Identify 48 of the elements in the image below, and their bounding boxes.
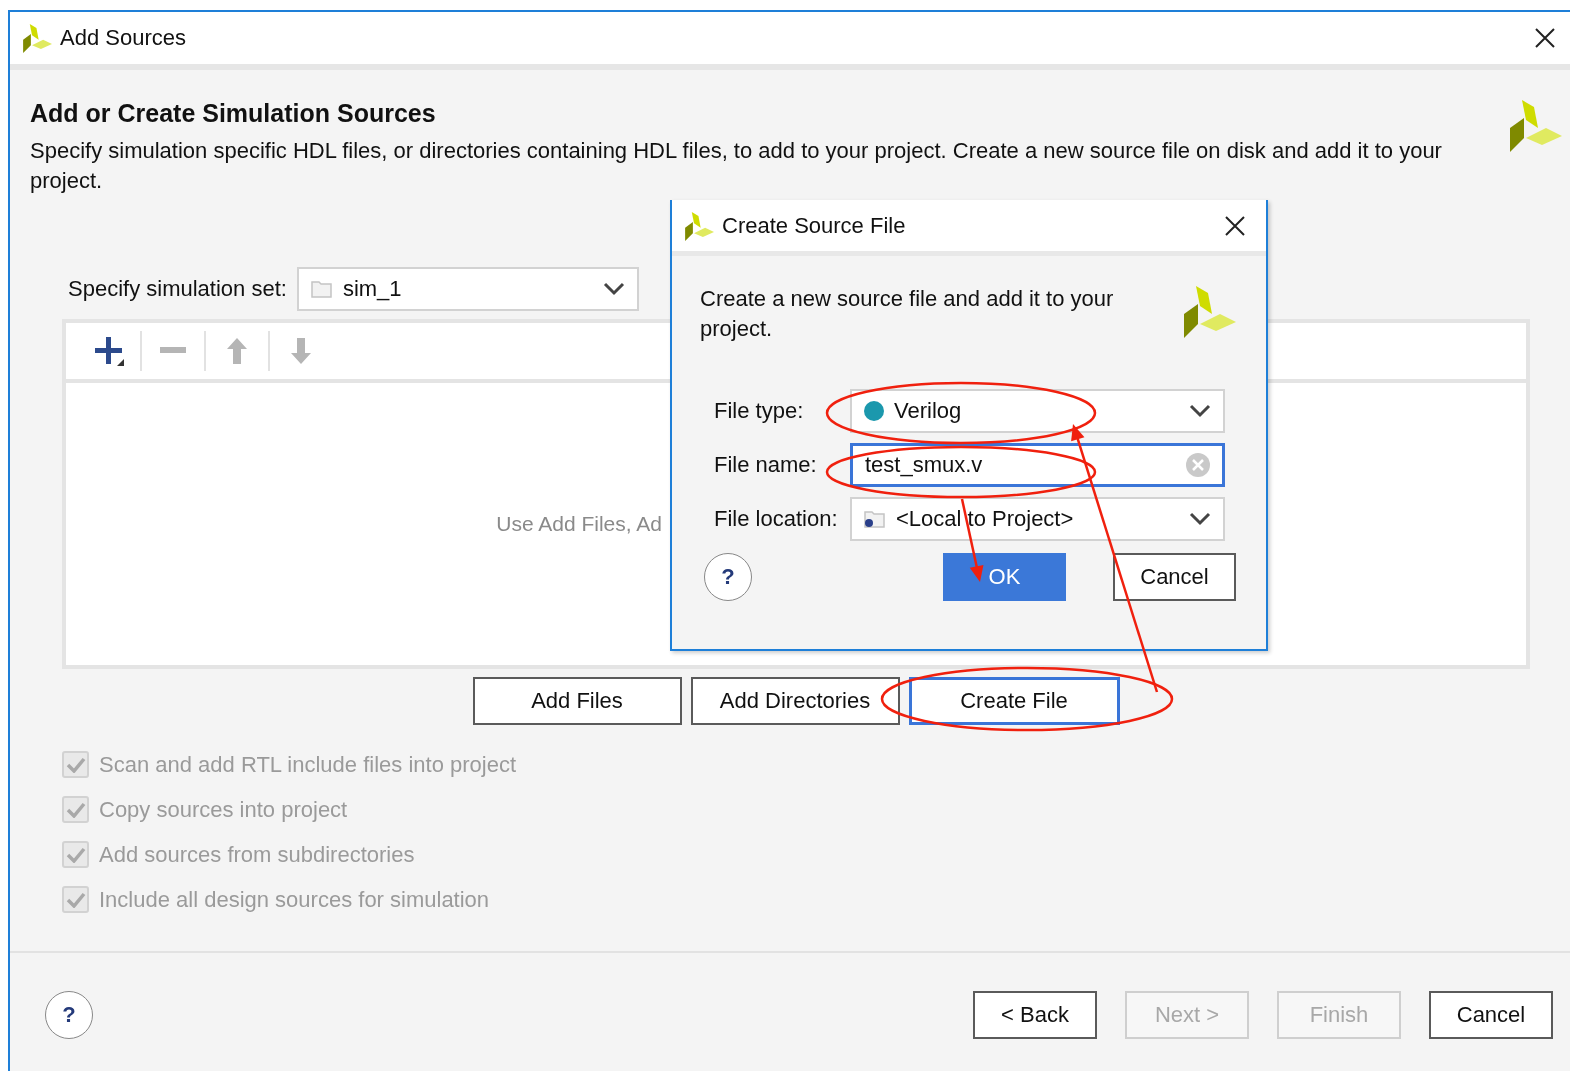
- dialog-button[interactable]: OK: [943, 553, 1066, 601]
- folder-icon: [864, 509, 886, 528]
- check-icon: [65, 756, 86, 773]
- checkbox-label: Include all design sources for simulation: [99, 886, 490, 913]
- dialog-description: Create a new source file and add it to your project.: [700, 285, 1115, 343]
- dialog-button[interactable]: Cancel: [1113, 553, 1236, 601]
- checkbox-label: Add sources from subdirectories: [99, 841, 415, 868]
- page-description: Specify simulation specific HDL files, or directories containing HDL files, to add to your project. Create a new source file on disk and add it to your project.: [30, 137, 1443, 195]
- logo-icon: [22, 23, 52, 53]
- dialog-title: Create Source File: [722, 212, 907, 239]
- help-button[interactable]: ?: [45, 991, 93, 1039]
- field-label: File type:: [713, 397, 805, 424]
- arrow-up-icon: [227, 338, 247, 364]
- wizard-button[interactable]: < Back: [973, 991, 1097, 1039]
- field-label: File name:: [713, 451, 818, 478]
- window-title: Add Sources: [60, 25, 187, 51]
- file-action-button[interactable]: Create File: [908, 677, 1120, 725]
- logo-icon: [1508, 98, 1562, 152]
- file-action-button[interactable]: Add Files: [472, 677, 682, 725]
- dot-icon: [864, 400, 884, 421]
- page-heading: Add or Create Simulation Sources: [30, 98, 437, 128]
- chevron-icon[interactable]: [602, 282, 625, 296]
- checkbox-label: Copy sources into project: [99, 796, 348, 823]
- field-label: File location:: [713, 505, 839, 532]
- wizard-button[interactable]: Cancel: [1429, 991, 1553, 1039]
- arrow-down-icon: [291, 338, 311, 364]
- check-icon: [65, 891, 86, 908]
- empty-list-hint: Use Add Files, Ad: [496, 512, 662, 536]
- logo-icon: [684, 210, 714, 241]
- dropdown[interactable]: Verilog: [850, 388, 1225, 433]
- checkbox-label: Scan and add RTL include files into project: [99, 751, 517, 778]
- field-label: Specify simulation set:: [68, 276, 287, 302]
- help-button[interactable]: ?: [704, 553, 752, 601]
- close-icon[interactable]: [1534, 27, 1556, 49]
- add-icon: [93, 335, 125, 367]
- check-icon: [65, 846, 86, 863]
- logo-icon: [1182, 284, 1236, 338]
- minus-icon: [160, 347, 186, 355]
- check-icon: [65, 801, 86, 818]
- dropdown[interactable]: <Local to Project>: [850, 496, 1225, 541]
- file-name-field[interactable]: test_smux.v: [850, 442, 1225, 487]
- file-action-button[interactable]: Add Directories: [690, 677, 900, 725]
- close-icon[interactable]: [1224, 214, 1246, 237]
- simulation-set-dropdown[interactable]: sim_1: [296, 267, 639, 311]
- folder-icon: [310, 280, 333, 298]
- clear-icon[interactable]: [1186, 452, 1210, 477]
- chevron-icon[interactable]: [1189, 403, 1211, 418]
- chevron-icon[interactable]: [1189, 511, 1211, 526]
